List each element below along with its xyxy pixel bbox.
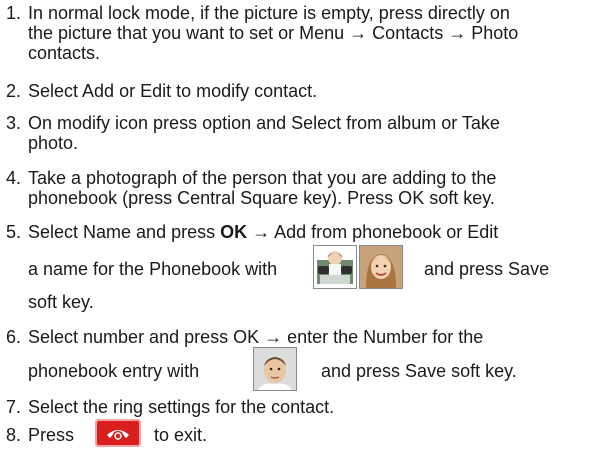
- step-text: Take a photograph of the person that you…: [28, 168, 497, 188]
- portrait-icon: [253, 347, 297, 391]
- step-text: and press Save: [424, 259, 550, 279]
- step-5-line-3: soft key.: [6, 292, 591, 312]
- step-number: 3.: [6, 113, 22, 133]
- step-text: a name for the Phonebook with: [28, 259, 278, 279]
- step-text: Press: [28, 425, 75, 445]
- step-5-line-2-end: and press Save: [424, 259, 591, 279]
- step-text: Select the ring settings for the contact…: [28, 397, 335, 417]
- step-text: to exit.: [154, 425, 208, 445]
- step-6: 6. Select number and press OK → enter the…: [6, 327, 591, 347]
- step-1: 1. In normal lock mode, if the picture is…: [6, 3, 591, 63]
- step-3: 3. On modify icon press option and Select…: [6, 113, 591, 153]
- step-5: 5. Select Name and press OK → Add from ph…: [6, 222, 591, 242]
- step-text: On modify icon press option and Select f…: [28, 113, 500, 133]
- step-number: 4.: [6, 168, 22, 188]
- ok-label: OK: [220, 222, 248, 242]
- step-text: phonebook (press Central Square key). Pr…: [28, 188, 495, 208]
- step-2: 2. Select Add or Edit to modify contact.: [6, 81, 591, 101]
- step-4: 4. Take a photograph of the person that y…: [6, 168, 591, 208]
- step-8-end: to exit.: [154, 425, 591, 445]
- step-number: 8.: [6, 425, 22, 445]
- step-number: 7.: [6, 397, 22, 417]
- step-text: Select Name and press: [28, 222, 221, 242]
- step-7: 7. Select the ring settings for the conta…: [6, 397, 591, 417]
- step-text: phonebook entry with: [28, 361, 200, 381]
- step-number: 6.: [6, 327, 22, 347]
- step-text: soft key.: [28, 292, 94, 312]
- portrait-icon: [359, 245, 403, 289]
- instructions-page: 1. In normal lock mode, if the picture is…: [0, 0, 596, 447]
- step-text: photo.: [28, 133, 79, 153]
- step-text: In normal lock mode, if the picture is e…: [28, 3, 510, 23]
- photo-icon: [313, 245, 357, 289]
- step-number: 1.: [6, 3, 22, 23]
- step-6-line-2-end: and press Save soft key.: [321, 361, 591, 381]
- step-text: Select number and press OK → enter the N…: [28, 327, 484, 347]
- step-text: the picture that you want to set or Menu…: [28, 23, 519, 43]
- end-call-key-icon: [95, 419, 141, 447]
- step-text: contacts.: [28, 43, 101, 63]
- step-text: Select Add or Edit to modify contact.: [28, 81, 318, 101]
- step-number: 2.: [6, 81, 22, 101]
- step-text: → Add from phonebook or Edit: [247, 222, 499, 242]
- step-text: and press Save soft key.: [321, 361, 517, 381]
- step-number: 5.: [6, 222, 22, 242]
